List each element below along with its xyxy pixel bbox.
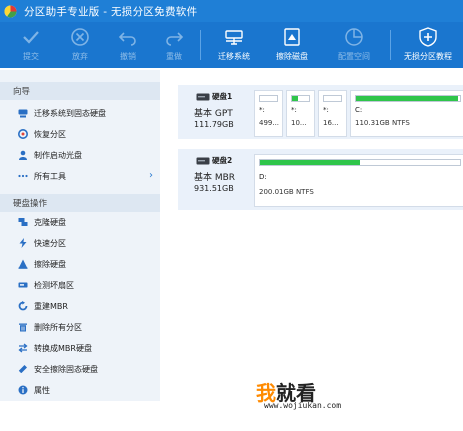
partition-block[interactable]: *: 10... — [286, 90, 315, 137]
sidebar-item-delete-all-partitions[interactable]: 删除所有分区 — [0, 317, 160, 338]
undo-button[interactable]: 撤销 — [112, 22, 144, 68]
convert-icon — [18, 343, 28, 353]
sidebar-item-migrate-ssd[interactable]: 迁移系统到固态硬盘 — [0, 103, 160, 124]
wipe-disk-icon — [284, 28, 300, 46]
trash-icon — [19, 323, 27, 332]
lightning-icon — [19, 238, 27, 248]
sidebar-item-all-tools[interactable]: 所有工具 › — [0, 166, 160, 187]
wipe-disk-button[interactable]: 擦除磁盘 — [268, 22, 316, 68]
check-icon — [23, 31, 39, 44]
usage-fill — [260, 160, 360, 165]
more-dots-icon — [18, 174, 28, 178]
usage-fill — [356, 96, 458, 101]
partition-usage-bar — [259, 159, 461, 166]
sidebar-item-wipe-disk[interactable]: 擦除硬盘 — [0, 254, 160, 275]
partition-block[interactable]: *: 16... — [318, 90, 347, 137]
usage-fill — [292, 96, 298, 101]
app-logo-icon — [4, 5, 17, 18]
cancel-circle-icon — [71, 28, 89, 46]
drive-scan-icon — [18, 282, 28, 288]
disk-row-2[interactable]: 硬盘2 基本 MBR 931.51GB D: 200.01GB NTFS — [178, 149, 463, 210]
partition-usage-bar — [355, 95, 461, 102]
undo-icon — [118, 32, 136, 46]
toolbar: 提交 放弃 撤销 重做 迁移系统 擦除磁盘 配置空间 无损分区教程 — [0, 22, 463, 68]
allocate-space-icon — [345, 28, 363, 46]
sidebar-item-check-bad-sectors[interactable]: 检测坏扇区 — [0, 275, 160, 296]
partition-block-c[interactable]: C: 110.31GB NTFS — [350, 90, 463, 137]
partition-block[interactable]: *: 499... — [254, 90, 283, 137]
toolbar-separator — [200, 30, 201, 60]
sidebar: 向导 迁移系统到固态硬盘 恢复分区 制作启动光盘 所有工具 › 硬盘操作 克隆硬… — [0, 70, 160, 401]
discard-button[interactable]: 放弃 — [64, 22, 96, 68]
disk-info: 硬盘1 基本 GPT 111.79GB — [194, 92, 234, 129]
window-title: 分区助手专业版 - 无损分区免费软件 — [24, 6, 198, 18]
wizard-header: 向导 — [0, 82, 160, 100]
watermark-url: www.wojiukan.com — [264, 401, 342, 410]
sidebar-item-boot-disc[interactable]: 制作启动光盘 — [0, 145, 160, 166]
restore-icon — [18, 129, 28, 139]
disk-info: 硬盘2 基本 MBR 931.51GB — [194, 156, 236, 193]
tutorial-plus-icon — [419, 27, 437, 47]
migrate-system-button[interactable]: 迁移系统 — [210, 22, 258, 68]
toolbar-separator — [390, 30, 391, 60]
clone-icon — [18, 218, 28, 226]
secure-erase-icon — [18, 365, 27, 373]
title-bar: 分区助手专业版 - 无损分区免费软件 — [0, 0, 463, 22]
eraser-icon — [18, 259, 28, 269]
chevron-right-icon: › — [149, 170, 153, 181]
hard-disk-icon — [196, 157, 210, 165]
partition-usage-bar — [291, 95, 310, 102]
partition-usage-bar — [323, 95, 342, 102]
sidebar-item-rebuild-mbr[interactable]: 重建MBR — [0, 296, 160, 317]
redo-icon — [166, 32, 184, 46]
sidebar-item-properties[interactable]: 属性 — [0, 380, 160, 401]
sidebar-item-restore-partition[interactable]: 恢复分区 — [0, 124, 160, 145]
rebuild-icon — [18, 301, 28, 311]
disk-row-1[interactable]: 硬盘1 基本 GPT 111.79GB *: 499... *: 10... *… — [178, 85, 463, 139]
submit-button[interactable]: 提交 — [15, 22, 47, 68]
partition-usage-bar — [259, 95, 278, 102]
hard-disk-icon — [196, 93, 210, 101]
disk-ops-header: 硬盘操作 — [0, 194, 160, 212]
user-icon — [19, 150, 27, 160]
migrate-system-icon — [225, 30, 243, 45]
sidebar-item-clone-disk[interactable]: 克隆硬盘 — [0, 212, 160, 233]
info-icon — [18, 385, 28, 395]
sidebar-item-secure-erase-ssd[interactable]: 安全擦除固态硬盘 — [0, 359, 160, 380]
sidebar-item-quick-partition[interactable]: 快速分区 — [0, 233, 160, 254]
sidebar-item-convert-mbr[interactable]: 转换成MBR硬盘 — [0, 338, 160, 359]
partition-block-d[interactable]: D: 200.01GB NTFS — [254, 154, 463, 207]
redo-button[interactable]: 重做 — [158, 22, 190, 68]
disk-icon — [18, 109, 28, 118]
allocate-space-button[interactable]: 配置空间 — [330, 22, 378, 68]
tutorial-button[interactable]: 无损分区教程 — [398, 22, 458, 68]
